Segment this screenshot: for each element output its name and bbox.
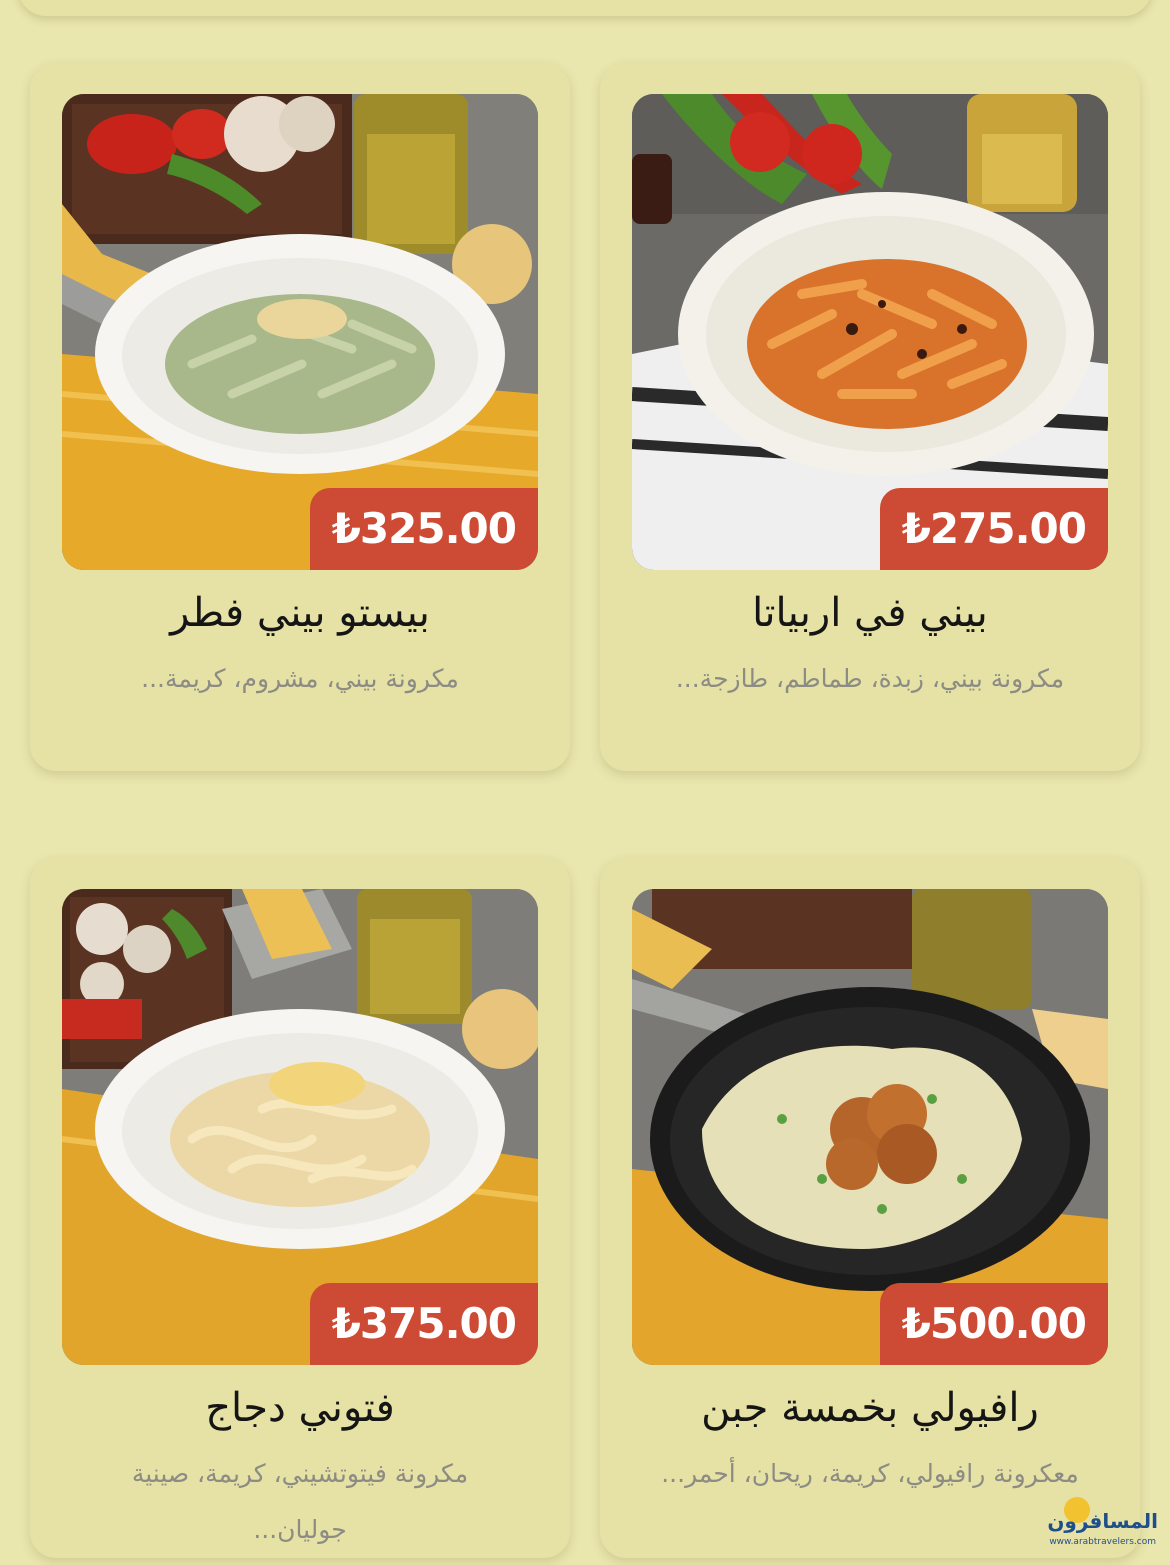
pesto-penne-mushroom-photo: ₺325.00 xyxy=(62,94,538,570)
menu-item-card[interactable]: ₺325.00 بيستو بيني فطر مكرونة بيني، مشرو… xyxy=(30,63,570,771)
item-title[interactable]: رافيولي بخمسة جبن xyxy=(620,1378,1120,1438)
site-watermark: المسافرون www.arabtravelers.com xyxy=(1047,1493,1162,1557)
menu-item-card[interactable]: ₺275.00 بيني في اربياتا مكرونة بيني، زبد… xyxy=(600,63,1140,771)
item-title[interactable]: بيستو بيني فطر xyxy=(50,583,550,643)
five-cheese-ravioli-photo: ₺500.00 xyxy=(632,889,1108,1365)
watermark-url: www.arabtravelers.com xyxy=(1049,1537,1156,1547)
price-badge: ₺275.00 xyxy=(879,488,1108,570)
item-description: مكرونة فيتوتشيني، كريمة، صينية جوليان... xyxy=(131,1459,469,1544)
item-title[interactable]: فتوني دجاج xyxy=(50,1378,550,1438)
item-description: مكرونة بيني، مشروم، كريمة... xyxy=(141,664,459,693)
chicken-fettuccine-photo: ₺375.00 xyxy=(62,889,538,1365)
item-title[interactable]: بيني في اربياتا xyxy=(620,583,1120,643)
price-badge: ₺325.00 xyxy=(309,488,538,570)
price-badge: ₺375.00 xyxy=(309,1283,538,1365)
menu-item-card[interactable]: ₺375.00 فتوني دجاج مكرونة فيتوتشيني، كري… xyxy=(30,858,570,1558)
item-description: معكرونة رافيولي، كريمة، ريحان، أحمر... xyxy=(661,1459,1079,1488)
penne-arrabbiata-photo: ₺275.00 xyxy=(632,94,1108,570)
price-badge: ₺500.00 xyxy=(879,1283,1108,1365)
previous-card-edge xyxy=(18,0,1152,16)
item-description: مكرونة بيني، زبدة، طماطم، طازجة... xyxy=(675,664,1065,693)
menu-item-card[interactable]: ₺500.00 رافيولي بخمسة جبن معكرونة رافيول… xyxy=(600,858,1140,1558)
watermark-brand: المسافرون xyxy=(1047,1509,1158,1533)
